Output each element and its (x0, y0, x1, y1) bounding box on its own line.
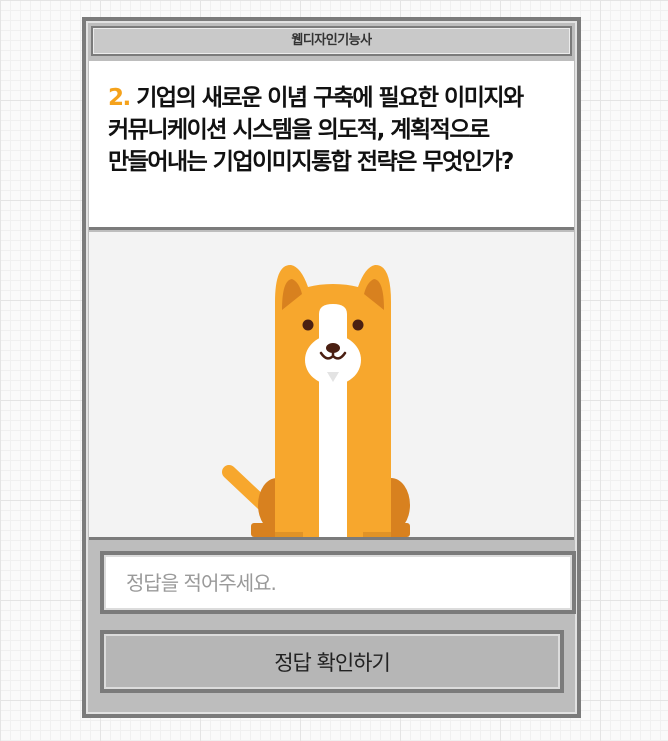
check-answer-button[interactable]: 정답 확인하기 (100, 630, 564, 693)
dog-right-eye (352, 319, 364, 331)
dog-tail (222, 465, 270, 511)
question-body: 기업의 새로운 이념 구축에 필요한 이미지와 커뮤니케이션 시스템을 의도적,… (108, 85, 524, 175)
app-title: 웹디자인기능사 (91, 26, 572, 56)
dog-left-front-paw (275, 532, 303, 537)
question-text: 2. 기업의 새로운 이념 구축에 필요한 이미지와 커뮤니케이션 시스템을 의… (108, 82, 560, 178)
question-panel: 2. 기업의 새로운 이념 구축에 필요한 이미지와 커뮤니케이션 시스템을 의… (89, 61, 574, 230)
illustration-panel (89, 232, 574, 540)
question-number: 2. (108, 85, 131, 111)
dog-illustration (222, 264, 410, 537)
answer-input[interactable] (100, 551, 576, 614)
dog-right-front-paw (363, 532, 391, 537)
dog-left-eye (302, 319, 314, 331)
